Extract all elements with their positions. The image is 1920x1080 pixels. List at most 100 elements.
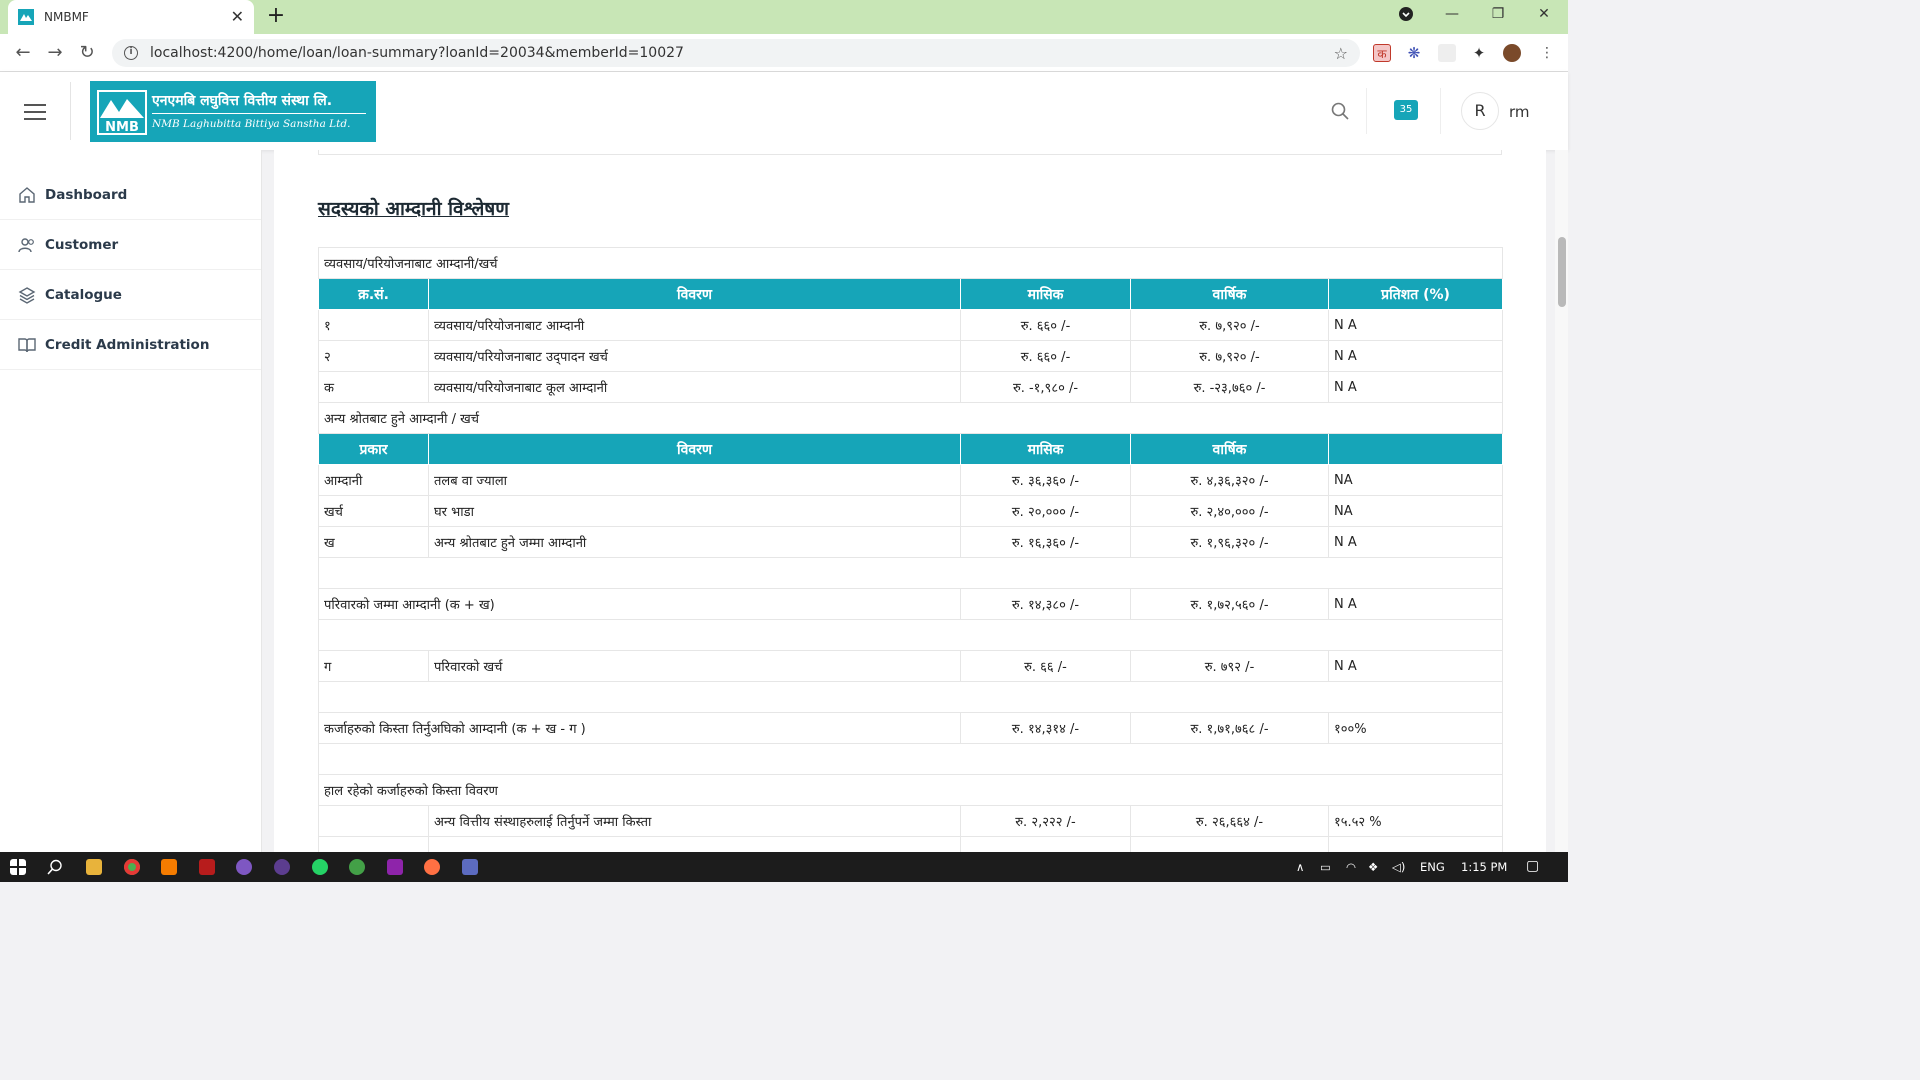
notification-badge[interactable]: 35 [1394,100,1418,120]
table-cell: रु. ६६ /- [960,650,1131,682]
svg-text:NMB: NMB [105,120,139,135]
hamburger-menu-icon[interactable] [24,104,46,120]
table-cell: रु. ६६० /- [960,309,1131,341]
github-desktop-icon[interactable] [274,859,290,875]
tab-close-icon[interactable]: ✕ [231,9,244,25]
column-header: मासिक [960,278,1131,310]
volume-icon[interactable]: ◁) [1392,860,1405,874]
firefox-icon[interactable] [424,859,440,875]
user-avatar[interactable]: R [1461,92,1499,130]
taskbar-clock[interactable]: 1:15 PM [1461,860,1507,874]
app-header: NMB एनएमबि लघुवित्त वित्तीय संस्था लि. N… [0,72,1568,150]
table-cell: NA [1327,464,1504,496]
forward-icon[interactable]: → [44,42,66,64]
tab-title: NMBMF [44,10,89,24]
address-bar[interactable]: i localhost:4200/home/loan/loan-summary?… [112,39,1360,67]
spacer-row [317,619,1504,651]
scrollbar-thumb[interactable] [1558,237,1566,307]
profile-menu-icon[interactable] [1394,6,1418,26]
sidebar-item-catalogue[interactable]: Catalogue [0,270,261,320]
sidebar-item-label: Dashboard [45,186,128,203]
restore-icon[interactable]: ❐ [1486,6,1510,22]
netflix-icon[interactable] [199,859,215,875]
table-cell: रु. २६,६६४ /- [1130,805,1329,837]
tray-chevron-icon[interactable]: ∧ [1296,860,1304,874]
back-icon[interactable]: ← [12,42,34,64]
table-cell: क [318,371,429,403]
table-group-row: व्यवसाय/परियोजनाबाट आम्दानी/खर्च [317,247,1504,279]
url-text[interactable]: localhost:4200/home/loan/loan-summary?lo… [150,45,1334,61]
column-header: प्रकार [318,433,429,465]
table-header-row: प्रकार विवरण मासिक वार्षिक [318,433,1504,465]
table-cell [428,836,961,852]
table-cell: रु. ७,९२० /- [1130,340,1329,372]
main-content: सदस्यको आम्दानी विश्लेषण व्यवसाय/परियोजन… [274,150,1546,852]
table-cell: आम्दानी [318,464,429,496]
table-cell: रु. १४,३८० /- [960,588,1131,620]
vlc-icon[interactable] [161,859,177,875]
table-cell: रु. २,४०,००० /- [1130,495,1329,527]
nepali-keyboard-extension-icon[interactable]: क [1373,44,1391,62]
wifi-icon[interactable]: ◠ [1346,860,1356,874]
search-icon[interactable] [47,859,63,875]
chrome-icon[interactable] [124,859,140,875]
sidebar-item-credit-administration[interactable]: Credit Administration [0,320,261,370]
table-cell: खर्च [318,495,429,527]
snowflake-extension-icon[interactable]: ❋ [1405,44,1423,62]
table-cell: ग [318,650,429,682]
site-info-icon[interactable]: i [124,46,138,60]
table-cell: रु. २०,००० /- [960,495,1131,527]
home-icon [19,186,35,203]
reload-icon[interactable]: ↻ [76,42,98,64]
page-scrollbar[interactable] [1555,150,1568,852]
sidebar-item-label: Customer [45,236,119,253]
table-cell: अन्य वित्तीय संस्थाहरुलाई तिर्नुपर्ने जम… [428,805,961,837]
column-header: विवरण [428,278,961,310]
table-cell: व्यवसाय/परियोजनाबाट आम्दानी [428,309,961,341]
browser-tab[interactable]: NMBMF ✕ [8,0,254,34]
spacer-row [317,681,1504,713]
search-icon[interactable] [1331,102,1349,120]
notification-center-icon[interactable]: ▢ [1526,858,1539,874]
table-cell: रु. १६,३६० /- [960,526,1131,558]
table-row [318,836,1504,852]
table-cell: N A [1327,526,1504,558]
nmb-favicon-icon [18,9,34,25]
table-cell: व्यवसाय/परियोजनाबाट उद्पादन खर्च [428,340,961,372]
table-cell: रु. ७९२ /- [1130,650,1329,682]
profile-avatar-icon[interactable] [1503,44,1521,62]
battery-icon[interactable]: ▭ [1320,860,1331,874]
minimize-icon[interactable]: — [1440,6,1464,22]
bookmark-star-icon[interactable]: ☆ [1334,44,1348,63]
browser-tab-strip: NMBMF ✕ + — ❐ ✕ [0,0,1568,34]
sidebar-item-dashboard[interactable]: Dashboard [0,170,261,220]
chrome-menu-icon[interactable]: ⋮ [1538,44,1556,62]
sidebar-item-customer[interactable]: Customer [0,220,261,270]
teams-icon[interactable] [462,859,478,875]
close-window-icon[interactable]: ✕ [1532,6,1556,22]
nmb-logo[interactable]: NMB एनएमबि लघुवित्त वित्तीय संस्था लि. N… [90,81,376,142]
windows-start-icon[interactable] [10,859,26,875]
group-title-other: अन्य श्रोतबाट हुने आम्दानी / खर्च [317,402,1504,434]
visual-studio-icon[interactable] [387,859,403,875]
user-name[interactable]: rm [1509,103,1530,121]
logo-rule [152,113,366,114]
table-row: ग परिवारको खर्च रु. ६६ /- रु. ७९२ /- N A [318,650,1504,682]
puzzle-extensions-icon[interactable]: ✦ [1470,44,1488,62]
language-indicator[interactable]: ENG [1420,860,1445,874]
table-cell [960,836,1131,852]
table-cell: कर्जाहरुको किस्ता तिर्नुअघिको आम्दानी (क… [318,712,961,744]
new-tab-button[interactable]: + [264,5,288,29]
dropbox-icon[interactable]: ❖ [1368,860,1378,874]
utorrent-icon[interactable] [349,859,365,875]
viber-icon[interactable] [236,859,252,875]
table-cell: रु. ४,३६,३२० /- [1130,464,1329,496]
table-cell [318,836,429,852]
file-explorer-icon[interactable] [86,859,102,875]
header-divider [70,82,71,140]
table-cell: N A [1327,309,1504,341]
column-header: विवरण [428,433,961,465]
table-cell: रु. ७,९२० /- [1130,309,1329,341]
whatsapp-icon[interactable] [312,859,328,875]
blank-extension-icon[interactable] [1438,44,1456,62]
